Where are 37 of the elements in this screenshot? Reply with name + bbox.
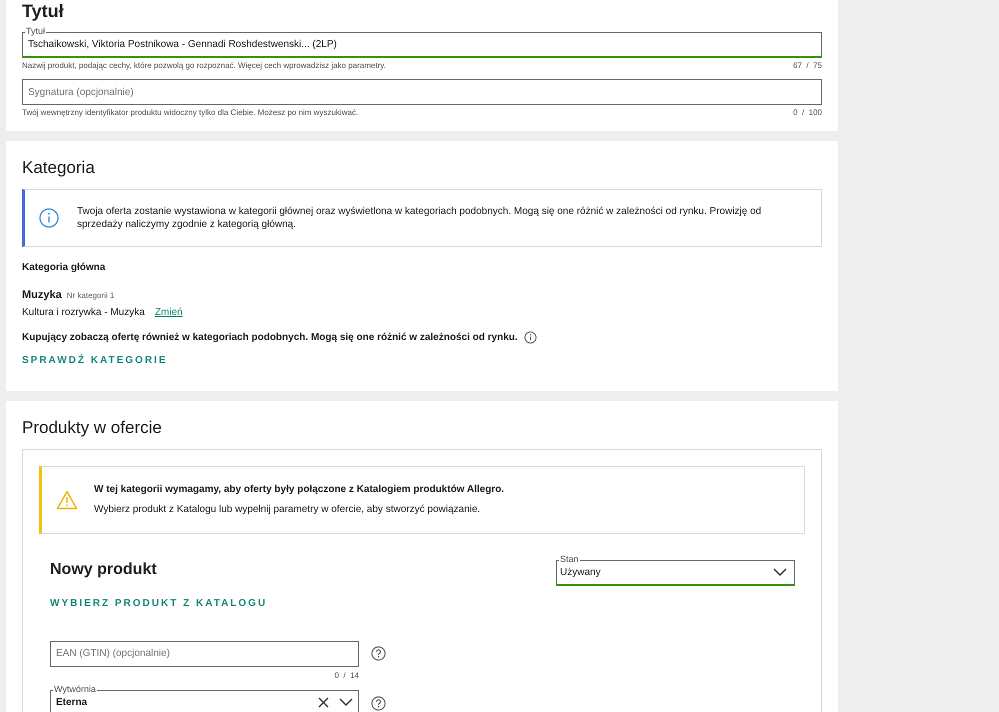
character-counter: 67 / 75 (793, 60, 822, 72)
section-heading: Tytuł (22, 0, 65, 22)
category-number: Nr kategorii 1 (66, 290, 114, 302)
choose-from-catalog-button[interactable]: WYBIERZ PRODUKT Z KATALOGU (50, 596, 268, 610)
section-heading: Produkty w ofercie (22, 416, 163, 438)
section-heading: Kategoria (22, 157, 96, 179)
character-counter: 0 / 14 (334, 670, 359, 682)
clear-icon[interactable] (318, 697, 329, 708)
warning-icon (56, 490, 78, 510)
category-name: Muzyka (22, 288, 62, 303)
main-category-label: Kategoria główna (22, 261, 106, 275)
chevron-down-icon[interactable] (773, 568, 787, 576)
warning-title: W tej kategorii wymagamy, aby oferty były połączone z Katalogiem produktów Allegro. (94, 483, 504, 497)
chevron-down-icon[interactable] (339, 698, 353, 707)
help-icon[interactable] (371, 646, 386, 661)
change-link[interactable]: Zmień (154, 304, 183, 320)
character-counter: 0 / 100 (793, 107, 822, 119)
info-icon (39, 208, 59, 228)
help-icon[interactable] (371, 696, 386, 710)
select-value: Używany (560, 566, 601, 580)
signature-field[interactable]: Sygnatura (opcjonalnie) (22, 79, 822, 105)
ean-field[interactable]: EAN (GTIN) (opcjonalnie) (50, 640, 359, 666)
check-categories-button[interactable]: SPRAWDŹ KATEGORIE (22, 352, 168, 368)
warning-text: Wybierz produkt z Katalogu lub wypełnij parametry w ofercie, aby stworzyć powiązanie. (94, 503, 482, 517)
field-label: Stan (559, 554, 580, 564)
category-path: Kultura i rozrywka - Muzyka (22, 306, 145, 320)
field-label: Wytwórnia (53, 684, 97, 694)
field-hint: Nazwij produkt, podając cechy, które pozwolą go rozpoznać. Więcej cech wprowadzisz jako parametry. (22, 60, 386, 72)
field-value: Tschaikowski, Viktoria Postnikowa - Gennadi Roshdestwenski... (2LP) (28, 38, 337, 52)
similar-categories-note: Kupujący zobaczą ofertę również w kategoriach podobnych. Mogą się one różnić w zależności od rynku. (22, 330, 518, 344)
field-value: Eterna (56, 696, 88, 710)
info-icon[interactable] (524, 330, 537, 344)
field-hint: Twój wewnętrzny identyfikator produktu widoczny tylko dla Ciebie. Możesz po nim wyszukiwać. (22, 107, 358, 119)
new-product-heading: Nowy produkt (50, 560, 158, 580)
condition-select[interactable]: Stan Używany (556, 554, 795, 610)
info-text: Twoja oferta zostanie wystawiona w kategorii głównej oraz wyświetlona w kategoriach podobnych. Mogą się one różnić w zależności od rynku. Prowizję od sprzedaży naliczymy zgodnie z kategorią główną. (77, 205, 762, 231)
field-label: Tytuł (25, 26, 46, 37)
